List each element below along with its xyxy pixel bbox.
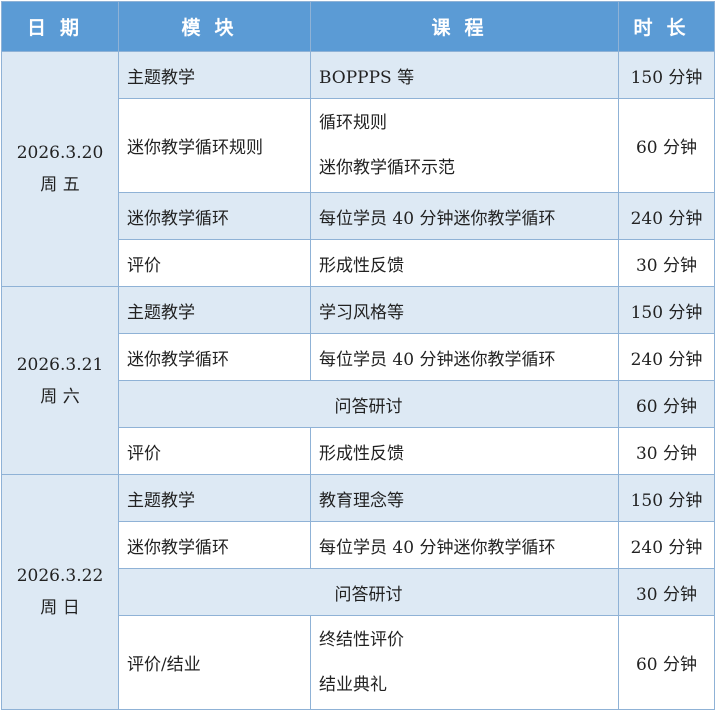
module-cell: 评价/结业	[118, 615, 311, 710]
module-cell: 评价	[118, 427, 311, 475]
date-cell: 2026.3.22 周 日	[1, 474, 119, 710]
course-line: 终结性评价	[319, 629, 404, 650]
duration-cell: 30 分钟	[618, 568, 715, 616]
course-cell: 每位学员 40 分钟迷你教学循环	[310, 521, 619, 569]
duration-cell: 60 分钟	[618, 615, 715, 710]
duration-cell: 60 分钟	[618, 380, 715, 428]
duration-cell: 240 分钟	[618, 521, 715, 569]
duration-cell: 240 分钟	[618, 192, 715, 240]
table-row: 2026.3.22 周 日 主题教学 教育理念等 150 分钟	[1, 474, 715, 710]
duration-cell: 150 分钟	[618, 286, 715, 334]
course-cell: 学习风格等	[310, 286, 619, 334]
date-cell: 2026.3.21 周 六	[1, 286, 119, 475]
module-cell: 主题教学	[118, 51, 311, 99]
course-cell: 每位学员 40 分钟迷你教学循环	[310, 192, 619, 240]
module-cell: 迷你教学循环	[118, 192, 311, 240]
weekday-text: 周 六	[40, 386, 80, 407]
date-cell: 2026.3.20 周 五	[1, 51, 119, 287]
course-cell: 每位学员 40 分钟迷你教学循环	[310, 333, 619, 381]
course-line: 循环规则	[319, 112, 387, 133]
header-duration: 时长	[618, 1, 715, 52]
duration-cell: 30 分钟	[618, 239, 715, 287]
duration-cell: 150 分钟	[618, 51, 715, 99]
table-row: 2026.3.20 周 五 主题教学 BOPPPS 等 150 分钟	[1, 51, 715, 287]
table-row: 2026.3.21 周 六 主题教学 学习风格等 150 分钟	[1, 286, 715, 475]
date-text: 2026.3.22	[16, 566, 104, 586]
duration-cell: 240 分钟	[618, 333, 715, 381]
course-cell: BOPPPS 等	[310, 51, 619, 99]
duration-cell: 30 分钟	[618, 427, 715, 475]
duration-cell: 60 分钟	[618, 98, 715, 193]
date-text: 2026.3.20	[16, 143, 104, 163]
course-cell: 循环规则 迷你教学循环示范	[310, 98, 619, 193]
header-row: 日期 模块 课程 时长	[1, 1, 715, 52]
course-cell: 终结性评价 结业典礼	[310, 615, 619, 710]
date-text: 2026.3.21	[16, 354, 104, 375]
duration-cell: 150 分钟	[618, 474, 715, 522]
schedule-table: 日期 模块 课程 时长 2026.3.20 周 五 主题教学 BOPPPS 等 …	[1, 1, 715, 710]
header-date: 日期	[1, 1, 119, 52]
module-cell: 主题教学	[118, 474, 311, 522]
weekday-text: 周 日	[40, 598, 80, 618]
module-cell: 迷你教学循环	[118, 333, 311, 381]
merged-cell: 问答研讨	[118, 568, 619, 616]
module-cell: 迷你教学循环	[118, 521, 311, 569]
course-cell: 教育理念等	[310, 474, 619, 522]
header-module: 模块	[118, 1, 311, 52]
course-line: 结业典礼	[319, 674, 387, 695]
course-cell: 形成性反馈	[310, 427, 619, 475]
module-cell: 主题教学	[118, 286, 311, 334]
weekday-text: 周 五	[40, 175, 80, 195]
header-course: 课程	[310, 1, 619, 52]
module-cell: 迷你教学循环规则	[118, 98, 311, 193]
course-cell: 形成性反馈	[310, 239, 619, 287]
merged-cell: 问答研讨	[118, 380, 619, 428]
module-cell: 评价	[118, 239, 311, 287]
course-line: 迷你教学循环示范	[319, 157, 455, 178]
